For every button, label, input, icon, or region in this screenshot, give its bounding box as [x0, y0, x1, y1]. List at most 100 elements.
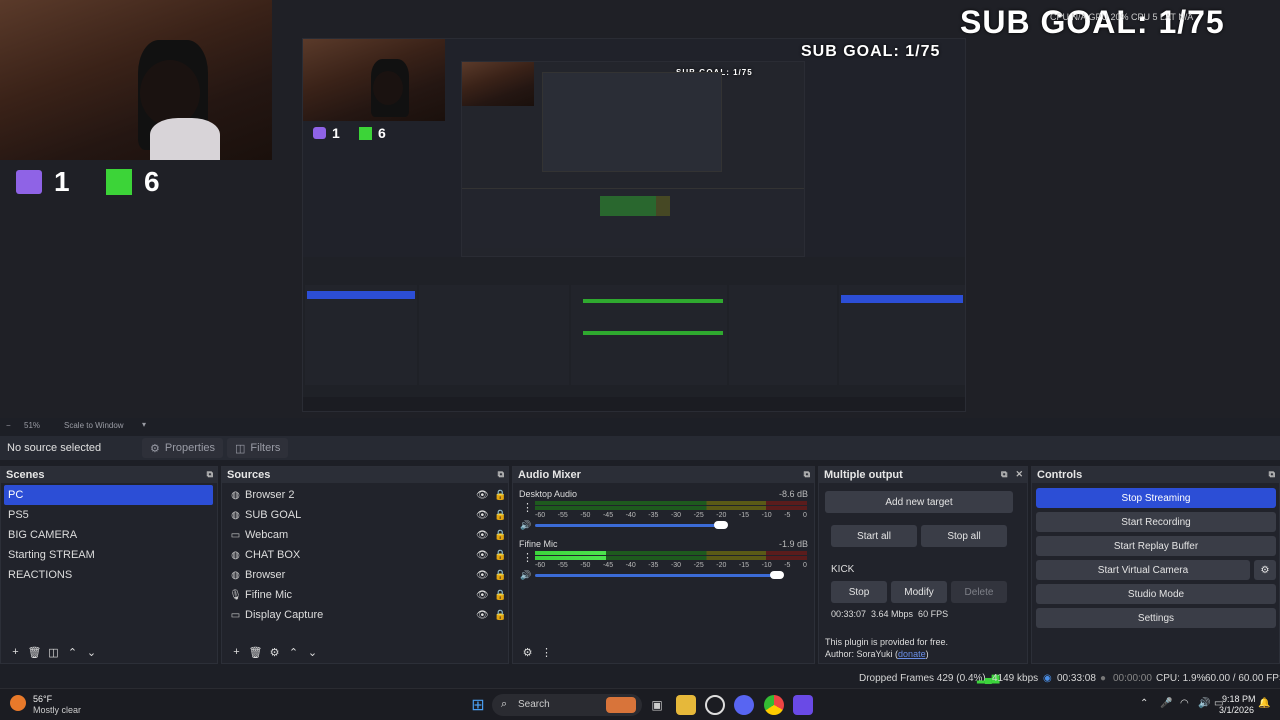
author-label: Author: SoraYuki ( [825, 649, 899, 659]
move-up-icon[interactable]: ⌃ [284, 646, 303, 659]
visibility-eye-icon[interactable]: 👁 [476, 610, 489, 621]
zoom-out-icon[interactable]: − [6, 421, 11, 430]
controls-title: Controls ⧉ [1032, 467, 1279, 483]
volume-slider-knob[interactable] [770, 571, 785, 579]
settings-button[interactable]: Settings [1036, 608, 1276, 628]
more-icon[interactable]: ⋮ [537, 646, 556, 659]
stop-all-button[interactable]: Stop all [921, 525, 1007, 547]
dock-float-icon[interactable]: ⧉ [804, 469, 810, 480]
weather-desc: Mostly clear [33, 705, 82, 715]
volume-slider[interactable] [535, 571, 785, 579]
app-grid-icon[interactable] [793, 695, 813, 715]
volume-slider-knob[interactable] [714, 521, 729, 529]
stop-target-button[interactable]: Stop [831, 581, 887, 603]
sources-title-label: Sources [227, 469, 271, 481]
source-item[interactable]: ◍ Browser 2 👁 🔒 [222, 485, 508, 505]
speaker-icon[interactable]: 🔊 [520, 570, 531, 581]
start-virtual-camera-button[interactable]: Start Virtual Camera [1036, 560, 1250, 580]
lock-icon[interactable]: 🔒 [494, 610, 506, 621]
start-all-button[interactable]: Start all [831, 525, 917, 547]
search-highlight-icon [606, 697, 636, 713]
weather-widget[interactable]: 56°F Mostly clear [10, 693, 90, 717]
lock-icon[interactable]: 🔒 [494, 590, 506, 601]
visibility-eye-icon[interactable]: 👁 [476, 530, 489, 541]
add-new-target-button[interactable]: Add new target [825, 491, 1013, 513]
file-explorer-icon[interactable] [676, 695, 696, 715]
dock-float-icon[interactable]: ⧉ [1269, 469, 1275, 480]
close-icon[interactable]: ✕ [1015, 469, 1023, 480]
trash-icon[interactable]: 🗑 [246, 646, 265, 659]
scene-item[interactable]: BIG CAMERA [1, 525, 217, 545]
studio-mode-button[interactable]: Studio Mode [1036, 584, 1276, 604]
stop-streaming-button[interactable]: Stop Streaming [1036, 488, 1276, 508]
properties-button[interactable]: ⚙ Properties [142, 438, 224, 458]
wifi-icon[interactable]: ◠ [1180, 698, 1189, 709]
context-bar: No source selected ⚙ Properties ◫ Filter… [0, 436, 1280, 460]
visibility-eye-icon[interactable]: 👁 [476, 510, 489, 521]
discord-icon[interactable] [734, 695, 754, 715]
tray-expand-icon[interactable]: ⌃ [1140, 698, 1148, 709]
volume-slider[interactable] [535, 521, 729, 529]
scene-item[interactable]: PS5 [1, 505, 217, 525]
dock-float-icon[interactable]: ⧉ [1001, 469, 1007, 480]
scene-item[interactable]: PC [4, 485, 213, 505]
globe-icon: ◍ [231, 509, 240, 521]
lock-icon[interactable]: 🔒 [494, 550, 506, 561]
donate-link[interactable]: donate [898, 649, 926, 659]
multiple-output-dock: Multiple output ⧉ ✕ Add new target Start… [818, 466, 1028, 664]
add-icon[interactable]: + [6, 646, 25, 658]
chrome-icon[interactable] [764, 695, 784, 715]
obs-icon[interactable] [705, 695, 725, 715]
notification-bell-icon[interactable]: 🔔 [1258, 698, 1270, 709]
channel-menu-icon[interactable]: ⋮ [522, 551, 533, 564]
scene-item[interactable]: REACTIONS [1, 565, 217, 585]
speaker-icon[interactable]: 🔊 [520, 520, 531, 531]
volume-icon[interactable]: 🔊 [1198, 698, 1210, 709]
lock-icon[interactable]: 🔒 [494, 490, 506, 501]
source-item[interactable]: ◍ CHAT BOX 👁 🔒 [222, 545, 508, 565]
channel-menu-icon[interactable]: ⋮ [522, 501, 533, 514]
zoom-mode[interactable]: Scale to Window [64, 421, 124, 430]
filter-icon[interactable]: ◫ [44, 646, 63, 659]
delete-target-button[interactable]: Delete [951, 581, 1007, 603]
dock-float-icon[interactable]: ⧉ [207, 469, 213, 480]
lock-icon[interactable]: 🔒 [494, 510, 506, 521]
virtual-camera-settings-button[interactable]: ⚙ [1254, 560, 1276, 580]
move-down-icon[interactable]: ⌄ [303, 646, 322, 659]
kick-counter: 6 [106, 166, 160, 198]
start-button[interactable]: ⊞ [468, 695, 488, 715]
lock-icon[interactable]: 🔒 [494, 570, 506, 581]
source-item[interactable]: ◍ Browser 👁 🔒 [222, 565, 508, 585]
gear-icon[interactable]: ⚙ [265, 646, 284, 659]
filters-button[interactable]: ◫ Filters [227, 438, 289, 458]
preview-area[interactable]: 1 6 SUB GOAL: 1/75 CPU N/A GPU 20% CPU 5… [0, 0, 1280, 418]
add-icon[interactable]: + [227, 646, 246, 658]
advanced-audio-icon[interactable]: ⚙ [518, 646, 537, 659]
move-down-icon[interactable]: ⌄ [82, 646, 101, 659]
source-item[interactable]: ◍ SUB GOAL 👁 🔒 [222, 505, 508, 525]
twitch-count: 1 [54, 166, 70, 197]
clock-date[interactable]: 3/1/2026 [1219, 705, 1254, 715]
target-name: KICK [831, 564, 855, 575]
modify-target-button[interactable]: Modify [891, 581, 947, 603]
search-box[interactable]: ⌕ Search [492, 694, 642, 716]
source-name: Browser [245, 569, 286, 581]
visibility-eye-icon[interactable]: 👁 [476, 570, 489, 581]
start-replay-buffer-button[interactable]: Start Replay Buffer [1036, 536, 1276, 556]
trash-icon[interactable]: 🗑 [25, 646, 44, 659]
visibility-eye-icon[interactable]: 👁 [476, 490, 489, 501]
source-item[interactable]: ▭ Webcam 👁 🔒 [222, 525, 508, 545]
move-up-icon[interactable]: ⌃ [63, 646, 82, 659]
visibility-eye-icon[interactable]: 👁 [476, 550, 489, 561]
source-item[interactable]: 🎙 Fifine Mic 👁 🔒 [222, 585, 508, 605]
dock-float-icon[interactable]: ⧉ [498, 469, 504, 480]
lock-icon[interactable]: 🔒 [494, 530, 506, 541]
scene-item[interactable]: Starting STREAM [1, 545, 217, 565]
source-item[interactable]: ▭ Display Capture 👁 🔒 [222, 605, 508, 625]
task-view-icon[interactable]: ▣ [647, 695, 667, 715]
zoom-dropdown-icon[interactable]: ▾ [142, 420, 146, 429]
clock-time[interactable]: 9:18 PM [1222, 694, 1256, 704]
start-recording-button[interactable]: Start Recording [1036, 512, 1276, 532]
visibility-eye-icon[interactable]: 👁 [476, 590, 489, 601]
mic-tray-icon[interactable]: 🎤 [1160, 698, 1172, 709]
